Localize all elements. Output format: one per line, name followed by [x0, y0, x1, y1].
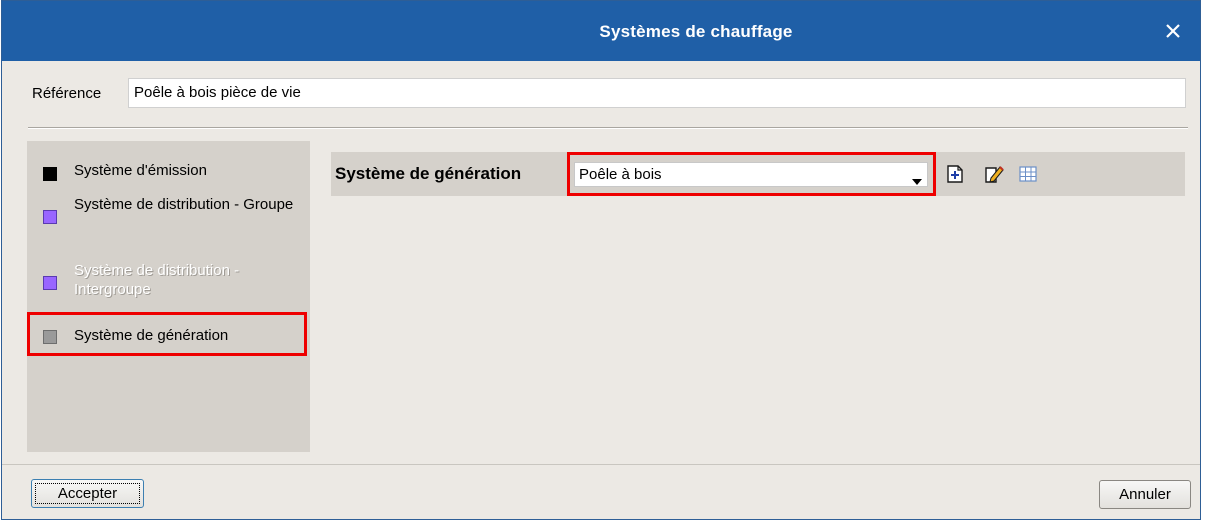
nav-item-label: Système d'émission [74, 162, 207, 179]
generation-label: Système de génération [335, 164, 522, 183]
system-nav-panel: Système d'émission Système de distributi… [27, 141, 310, 452]
generation-bar: Système de génération Poêle à bois [331, 152, 1185, 196]
reference-row: Référence Poêle à bois pièce de vie [2, 63, 1200, 119]
generation-select[interactable]: Poêle à bois [574, 162, 928, 187]
separator [28, 127, 1188, 129]
button-bar: Accepter Annuler [2, 464, 1200, 520]
generation-select-value: Poêle à bois [579, 166, 662, 183]
add-icon[interactable] [945, 164, 965, 184]
nav-item-emission[interactable]: Système d'émission [27, 151, 310, 181]
cancel-button[interactable]: Annuler [1099, 480, 1191, 509]
nav-item-label: Système de distribution - Groupe [74, 196, 294, 213]
edit-icon[interactable] [984, 164, 1004, 184]
distribution-color-swatch [43, 210, 57, 224]
generation-color-swatch [43, 330, 57, 344]
accept-button[interactable]: Accepter [31, 479, 144, 508]
heating-systems-dialog: Systèmes de chauffage Référence Poêle à … [1, 0, 1201, 520]
reference-input[interactable]: Poêle à bois pièce de vie [128, 78, 1186, 108]
title-bar[interactable]: Systèmes de chauffage [2, 1, 1200, 61]
nav-item-distribution-intergroupe: Système de distribution - Intergroupe [27, 259, 310, 309]
focus-ring [35, 483, 140, 504]
generation-select-highlight: Poêle à bois [567, 152, 936, 196]
table-icon[interactable] [1018, 164, 1038, 184]
cancel-button-label: Annuler [1119, 486, 1171, 503]
window-title: Systèmes de chauffage [599, 22, 793, 41]
chevron-down-icon[interactable] [912, 172, 922, 189]
nav-item-distribution-groupe[interactable]: Système de distribution - Groupe [27, 193, 310, 243]
nav-item-generation[interactable]: Système de génération [27, 312, 307, 356]
reference-label: Référence [32, 85, 102, 102]
close-icon[interactable] [1160, 18, 1186, 44]
nav-item-label: Système de génération [74, 327, 229, 344]
distribution-color-swatch [43, 276, 57, 290]
nav-item-label: Système de distribution - Intergroupe [74, 262, 240, 298]
emission-color-swatch [43, 167, 57, 181]
